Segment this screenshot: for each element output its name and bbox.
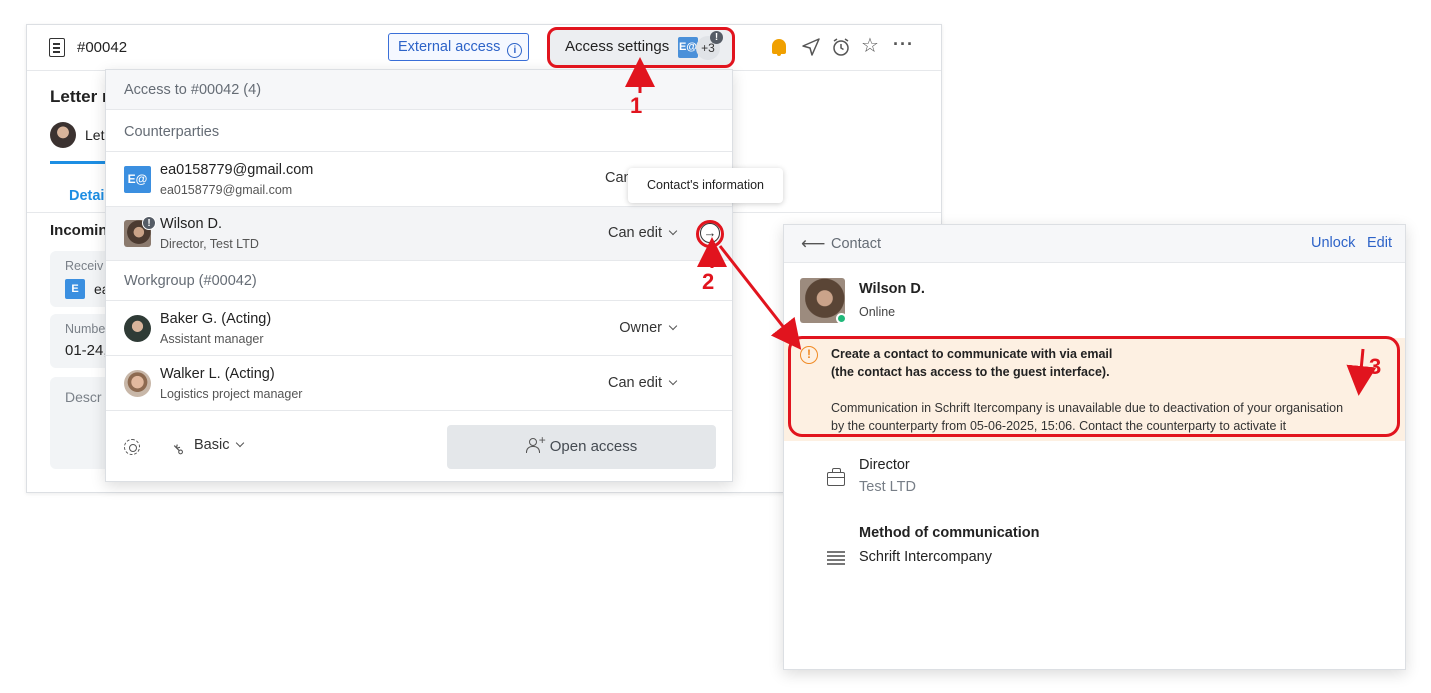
edit-link[interactable]: Edit bbox=[1367, 235, 1392, 251]
access-mode-label: Basic bbox=[194, 437, 230, 453]
gear-icon[interactable] bbox=[124, 439, 140, 455]
key-icon: ⚷ bbox=[168, 439, 188, 459]
participant-name: Walker L. (Acting) bbox=[160, 366, 275, 382]
chevron-down-icon bbox=[668, 376, 678, 386]
contact-company: Test LTD bbox=[859, 479, 916, 495]
send-icon[interactable] bbox=[801, 37, 821, 57]
participant-name: Wilson D. bbox=[160, 216, 223, 232]
avatar bbox=[124, 370, 151, 397]
access-mode-dropdown[interactable]: Basic bbox=[194, 437, 245, 453]
star-icon[interactable]: ☆ bbox=[861, 36, 881, 57]
counterparties-label: Counterparties bbox=[124, 124, 220, 140]
number-field[interactable]: Numbe 01-24, bbox=[50, 314, 110, 368]
alert-icon: ! bbox=[142, 216, 156, 230]
contact-status: Online bbox=[859, 305, 896, 319]
contact-info-tooltip: Contact's information bbox=[628, 168, 783, 203]
participant-name: ea0158779@gmail.com bbox=[160, 162, 314, 178]
permission-dropdown[interactable]: Can edit bbox=[607, 225, 678, 241]
chevron-down-icon bbox=[668, 321, 678, 331]
workgroup-label: Workgroup (#00042) bbox=[124, 273, 257, 289]
letter-title: Letter r bbox=[50, 87, 109, 106]
communication-method-title: Method of communication bbox=[859, 525, 1040, 541]
alarm-clock-icon[interactable] bbox=[831, 37, 851, 57]
chevron-down-icon bbox=[668, 226, 678, 236]
external-access-label: External access bbox=[398, 39, 501, 55]
number-value: 01-24, bbox=[65, 342, 108, 359]
received-label: Receiv bbox=[65, 259, 104, 273]
contact-panel: ⟵ Contact Unlock Edit Wilson D. Online !… bbox=[783, 224, 1406, 670]
highlight-access-settings bbox=[547, 27, 735, 68]
briefcase-icon bbox=[827, 468, 845, 486]
tab-details[interactable]: Detai bbox=[69, 188, 104, 204]
annotation-number-3: 3 bbox=[1369, 354, 1382, 379]
user-plus-icon: + bbox=[525, 434, 546, 453]
list-item[interactable]: ! Wilson D. Director, Test LTD Can edit … bbox=[106, 207, 732, 261]
author-name: Let bbox=[85, 127, 105, 143]
description-field[interactable]: Descr bbox=[50, 377, 110, 469]
open-access-label: Open access bbox=[549, 438, 638, 455]
participant-subtitle: Assistant manager bbox=[160, 332, 264, 346]
bell-icon[interactable] bbox=[772, 39, 786, 56]
access-footer: ⚷ Basic + Open access bbox=[106, 410, 732, 483]
avatar bbox=[124, 315, 151, 342]
more-options-icon[interactable]: ··· bbox=[893, 35, 913, 57]
list-lines-icon bbox=[827, 551, 845, 553]
author-avatar bbox=[50, 122, 76, 148]
document-icon bbox=[49, 38, 65, 57]
permission-dropdown[interactable]: Can edit bbox=[607, 375, 678, 391]
participant-subtitle: Director, Test LTD bbox=[160, 237, 259, 251]
back-arrow-icon[interactable]: ⟵ bbox=[801, 235, 825, 252]
unlock-link[interactable]: Unlock bbox=[1311, 235, 1355, 251]
list-item[interactable]: Walker L. (Acting) Logistics project man… bbox=[106, 357, 732, 411]
number-label: Numbe bbox=[65, 322, 106, 336]
received-from-field[interactable]: Receiv E ea bbox=[50, 251, 110, 307]
contact-header: ⟵ Contact Unlock Edit bbox=[784, 225, 1405, 263]
highlight-contact-info-button bbox=[696, 220, 724, 248]
email-contact-avatar: E@ bbox=[124, 166, 151, 193]
contact-title: Contact bbox=[831, 236, 881, 252]
incoming-heading: Incomin bbox=[50, 222, 108, 239]
online-status-icon bbox=[836, 313, 847, 324]
participant-name: Baker G. (Acting) bbox=[160, 311, 272, 327]
external-access-button[interactable]: External access i bbox=[388, 33, 529, 61]
active-tab-indicator bbox=[50, 161, 110, 164]
access-header-text: Access to #00042 (4) bbox=[124, 82, 262, 98]
description-label: Descr bbox=[65, 389, 102, 405]
annotation-number-2: 2 bbox=[702, 269, 715, 294]
contact-position: Director bbox=[859, 457, 910, 473]
document-toolbar: #00042 External access i Access settings… bbox=[27, 25, 941, 71]
permission-dropdown[interactable]: Owner bbox=[619, 320, 678, 336]
list-item[interactable]: Baker G. (Acting) Assistant manager Owne… bbox=[106, 302, 732, 356]
chevron-down-icon bbox=[236, 438, 245, 448]
highlight-warning-banner bbox=[788, 336, 1400, 437]
document-number: #00042 bbox=[77, 39, 128, 56]
participant-subtitle: Logistics project manager bbox=[160, 387, 303, 401]
info-icon: i bbox=[507, 43, 523, 58]
email-badge: E bbox=[65, 279, 85, 299]
permission-label: Can edit bbox=[607, 375, 662, 391]
contact-name: Wilson D. bbox=[859, 281, 925, 297]
annotation-number-1: 1 bbox=[630, 93, 643, 118]
communication-method-value: Schrift Intercompany bbox=[859, 549, 992, 565]
permission-label: Owner bbox=[619, 320, 662, 336]
access-dropdown: Access to #00042 (4) Counterparties E@ e… bbox=[105, 69, 733, 482]
participant-subtitle: ea0158779@gmail.com bbox=[160, 183, 293, 197]
permission-label: Can edit bbox=[607, 225, 662, 241]
open-access-button[interactable]: + Open access bbox=[447, 425, 716, 469]
workgroup-section: Workgroup (#00042) bbox=[106, 261, 732, 301]
